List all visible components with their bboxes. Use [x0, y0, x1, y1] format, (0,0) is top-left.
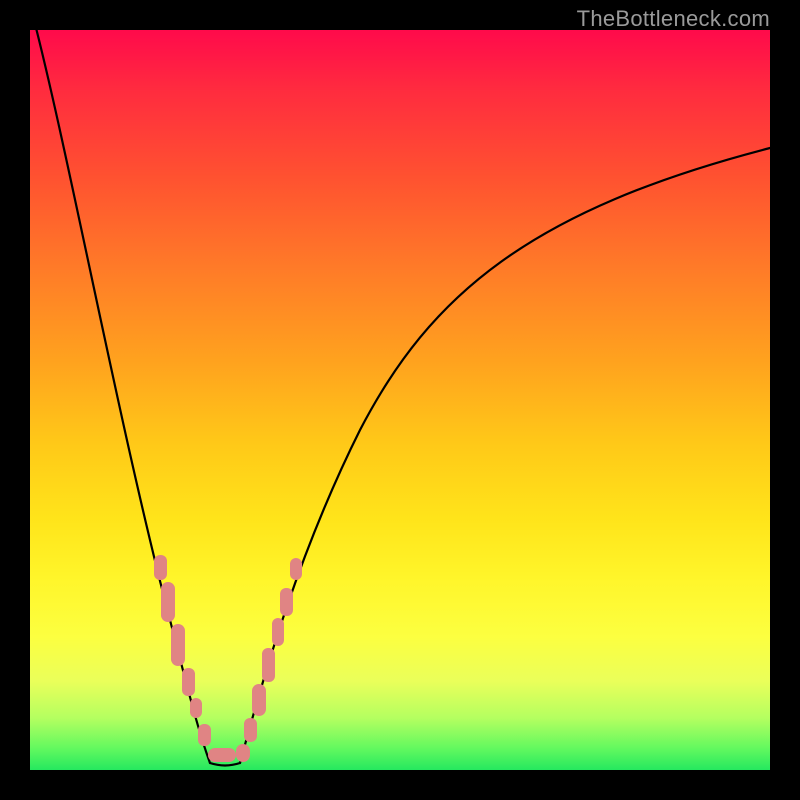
- curve-right-branch: [240, 148, 770, 763]
- bottleneck-curve: [30, 30, 770, 770]
- watermark-text: TheBottleneck.com: [577, 6, 770, 32]
- curve-bottom: [210, 763, 240, 766]
- markers-left: [154, 555, 236, 762]
- plot-area: [30, 30, 770, 770]
- outer-frame: TheBottleneck.com: [0, 0, 800, 800]
